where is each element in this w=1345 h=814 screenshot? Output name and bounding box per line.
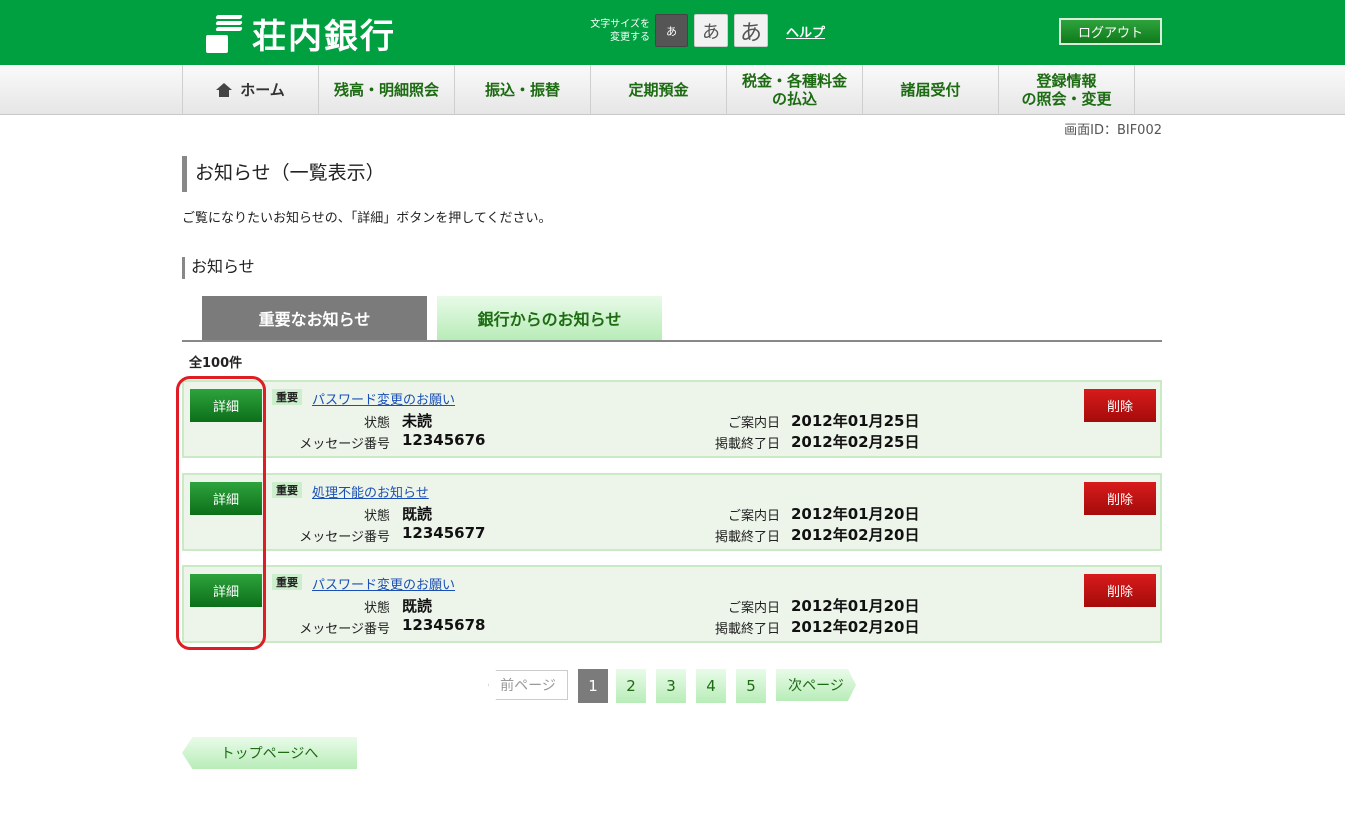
font-size-small-button[interactable]: あ <box>655 14 688 47</box>
prev-page-button[interactable]: 前ページ <box>488 670 568 700</box>
page-3-button[interactable]: 3 <box>656 669 686 703</box>
status-value: 未読 <box>402 412 433 430</box>
header-bar: 荘内銀行 文字サイズを 変更する あ あ あ ヘルプ ログアウト <box>0 0 1345 65</box>
detail-buttons-highlight <box>176 376 266 650</box>
message-no-label: メッセージ番号 <box>299 622 390 637</box>
delete-button[interactable]: 削除 <box>1084 389 1156 422</box>
status-label: 状態 <box>363 601 390 616</box>
message-no-value: 12345676 <box>402 431 486 449</box>
tab-bank-notices[interactable]: 銀行からのお知らせ <box>437 296 662 340</box>
bank-logo[interactable]: 荘内銀行 <box>206 12 396 57</box>
end-date-value: 2012年02月20日 <box>791 526 920 544</box>
end-date-value: 2012年02月20日 <box>791 618 920 636</box>
message-no-value: 12345677 <box>402 524 486 542</box>
section-title: お知らせ <box>182 257 255 279</box>
notice-row: 詳細 重要 パスワード変更のお願い 状態 未読 メッセージ番号 12345676… <box>182 380 1162 458</box>
message-no-label: メッセージ番号 <box>299 437 390 452</box>
notice-row: 詳細 重要 処理不能のお知らせ 状態 既読 メッセージ番号 12345677 ご… <box>182 473 1162 551</box>
notice-subject-link[interactable]: 処理不能のお知らせ <box>312 482 429 501</box>
notice-tabs: 重要なお知らせ 銀行からのお知らせ <box>182 296 1162 342</box>
message-no-label: メッセージ番号 <box>299 530 390 545</box>
nav-item-time-deposit[interactable]: 定期預金 <box>591 65 727 115</box>
nav-item-applications[interactable]: 諸届受付 <box>863 65 999 115</box>
page-1-button[interactable]: 1 <box>578 669 608 703</box>
guide-date-value: 2012年01月20日 <box>791 505 920 523</box>
important-badge: 重要 <box>272 574 302 590</box>
bank-logo-icon <box>206 13 243 53</box>
nav-item-transfer[interactable]: 振込・振替 <box>455 65 591 115</box>
nav-item-registration-info[interactable]: 登録情報 の照会・変更 <box>999 65 1135 115</box>
end-date-label: 掲載終了日 <box>714 530 780 545</box>
page-5-button[interactable]: 5 <box>736 669 766 703</box>
end-date-label: 掲載終了日 <box>714 437 780 452</box>
delete-button[interactable]: 削除 <box>1084 482 1156 515</box>
help-link[interactable]: ヘルプ <box>786 22 825 41</box>
nav-item-home[interactable]: ホーム <box>183 65 319 115</box>
home-icon <box>216 83 233 97</box>
notice-subject-link[interactable]: パスワード変更のお願い <box>312 389 455 408</box>
page-4-button[interactable]: 4 <box>696 669 726 703</box>
bank-name: 荘内銀行 <box>252 16 396 57</box>
nav-item-balance[interactable]: 残高・明細照会 <box>319 65 455 115</box>
end-date-value: 2012年02月25日 <box>791 433 920 451</box>
logout-button[interactable]: ログアウト <box>1059 18 1162 45</box>
guide-date-label: ご案内日 <box>727 509 780 524</box>
guide-date-label: ご案内日 <box>727 416 780 431</box>
next-page-button[interactable]: 次ページ <box>776 669 856 701</box>
end-date-label: 掲載終了日 <box>714 622 780 637</box>
page-title: お知らせ（一覧表示） <box>182 156 385 192</box>
font-size-large-button[interactable]: あ <box>734 14 768 47</box>
important-badge: 重要 <box>272 389 302 405</box>
message-no-value: 12345678 <box>402 616 486 634</box>
guide-date-value: 2012年01月25日 <box>791 412 920 430</box>
status-value: 既読 <box>402 597 433 615</box>
status-label: 状態 <box>363 416 390 431</box>
important-badge: 重要 <box>272 482 302 498</box>
total-count: 全100件 <box>189 356 243 371</box>
instruction-text: ご覧になりたいお知らせの、「詳細」ボタンを押してください。 <box>182 211 552 226</box>
tab-important-notices[interactable]: 重要なお知らせ <box>202 296 427 340</box>
top-page-button[interactable]: トップページへ <box>182 737 357 769</box>
font-size-label: 文字サイズを 変更する <box>590 19 650 43</box>
guide-date-label: ご案内日 <box>727 601 780 616</box>
guide-date-value: 2012年01月20日 <box>791 597 920 615</box>
notice-row: 詳細 重要 パスワード変更のお願い 状態 既読 メッセージ番号 12345678… <box>182 565 1162 643</box>
notice-subject-link[interactable]: パスワード変更のお願い <box>312 574 455 593</box>
screen-id: 画面ID：BIF002 <box>1064 123 1162 138</box>
global-nav: ホーム 残高・明細照会 振込・振替 定期預金 税金・各種料金 の払込 諸届受付 登… <box>0 65 1345 115</box>
status-value: 既読 <box>402 505 433 523</box>
status-label: 状態 <box>363 509 390 524</box>
delete-button[interactable]: 削除 <box>1084 574 1156 607</box>
page-2-button[interactable]: 2 <box>616 669 646 703</box>
nav-item-tax-payment[interactable]: 税金・各種料金 の払込 <box>727 65 863 115</box>
font-size-medium-button[interactable]: あ <box>694 14 728 47</box>
